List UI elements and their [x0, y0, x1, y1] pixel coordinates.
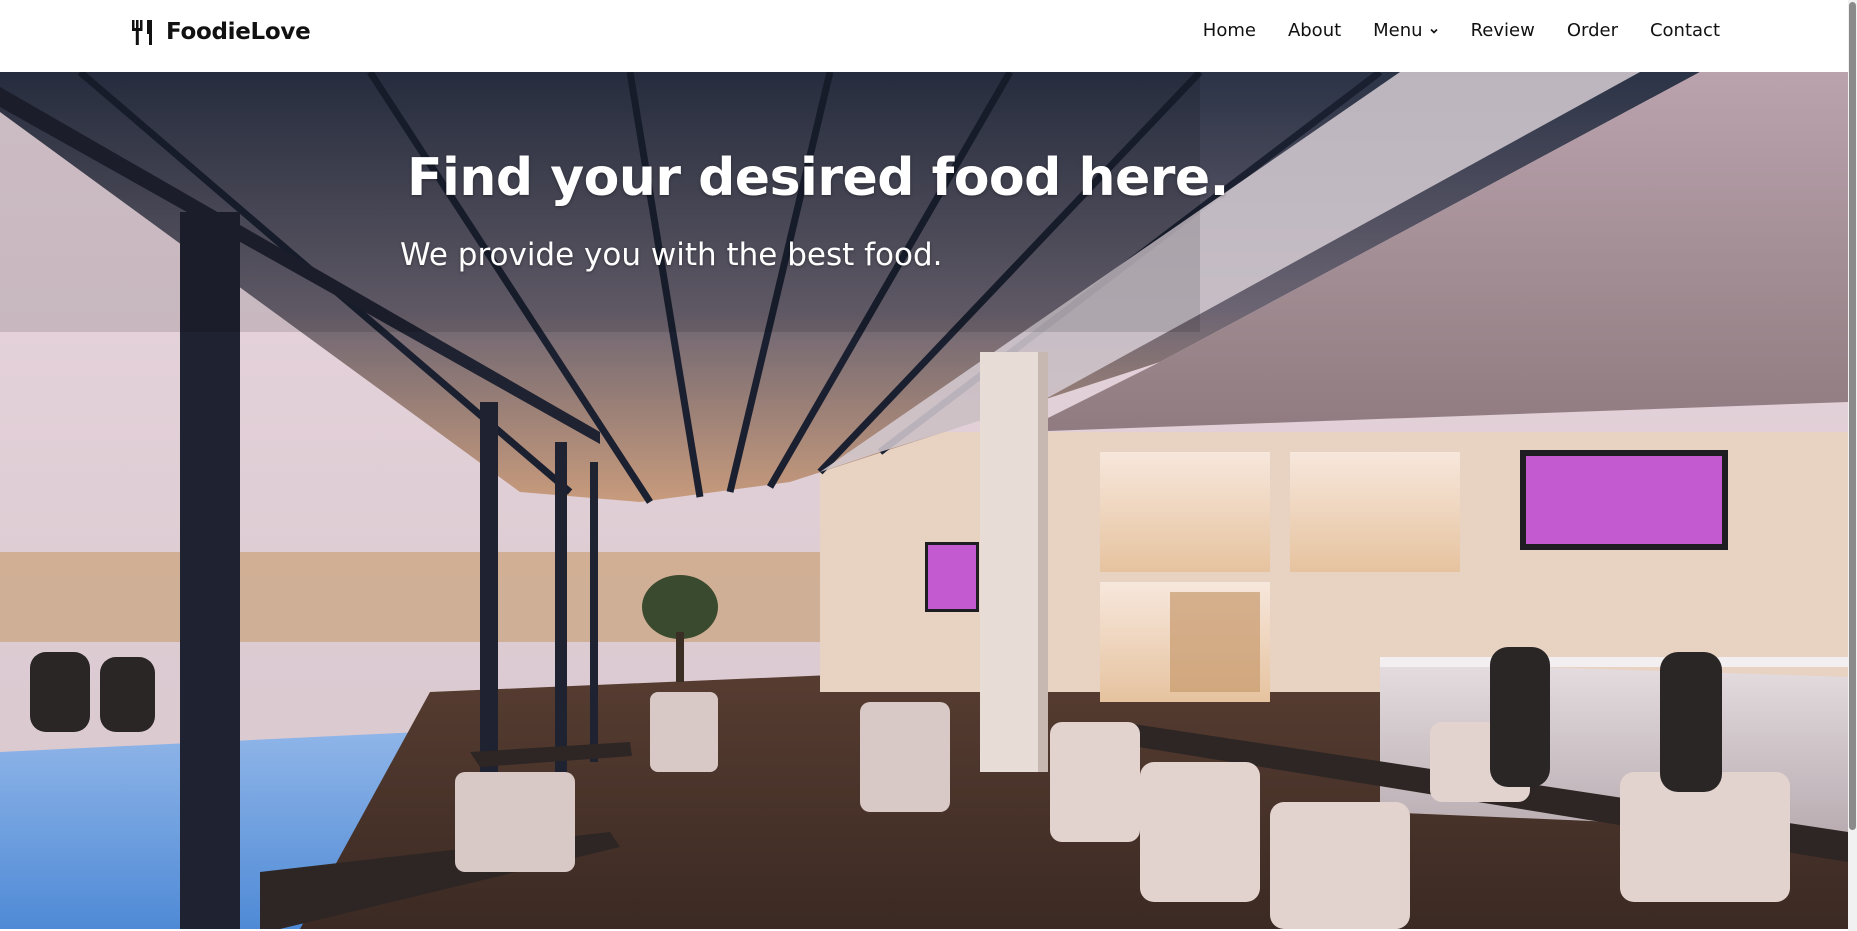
top-navbar: FoodieLove Home About Menu Review Order … — [0, 0, 1848, 72]
chevron-down-icon — [1430, 28, 1438, 34]
nav-order[interactable]: Order — [1567, 20, 1618, 41]
brand-logo[interactable]: FoodieLove — [130, 18, 311, 46]
nav-home[interactable]: Home — [1203, 20, 1256, 41]
nav-menu-dropdown[interactable]: Menu — [1373, 20, 1438, 41]
nav-review[interactable]: Review — [1471, 20, 1535, 41]
hero-subtitle: We provide you with the best food. — [400, 237, 943, 273]
hero-section: Find your desired food here. We provide … — [0, 72, 1848, 929]
hero-title: Find your desired food here. — [407, 148, 1229, 208]
nav-contact[interactable]: Contact — [1650, 20, 1720, 41]
nav-about[interactable]: About — [1288, 20, 1341, 41]
fork-knife-icon — [132, 20, 152, 45]
scrollbar-thumb[interactable] — [1849, 2, 1856, 830]
brand-name: FoodieLove — [166, 19, 311, 45]
main-nav: Home About Menu Review Order Contact — [1203, 20, 1720, 41]
nav-menu-label: Menu — [1373, 20, 1423, 41]
page-scrollbar[interactable] — [1848, 0, 1857, 931]
